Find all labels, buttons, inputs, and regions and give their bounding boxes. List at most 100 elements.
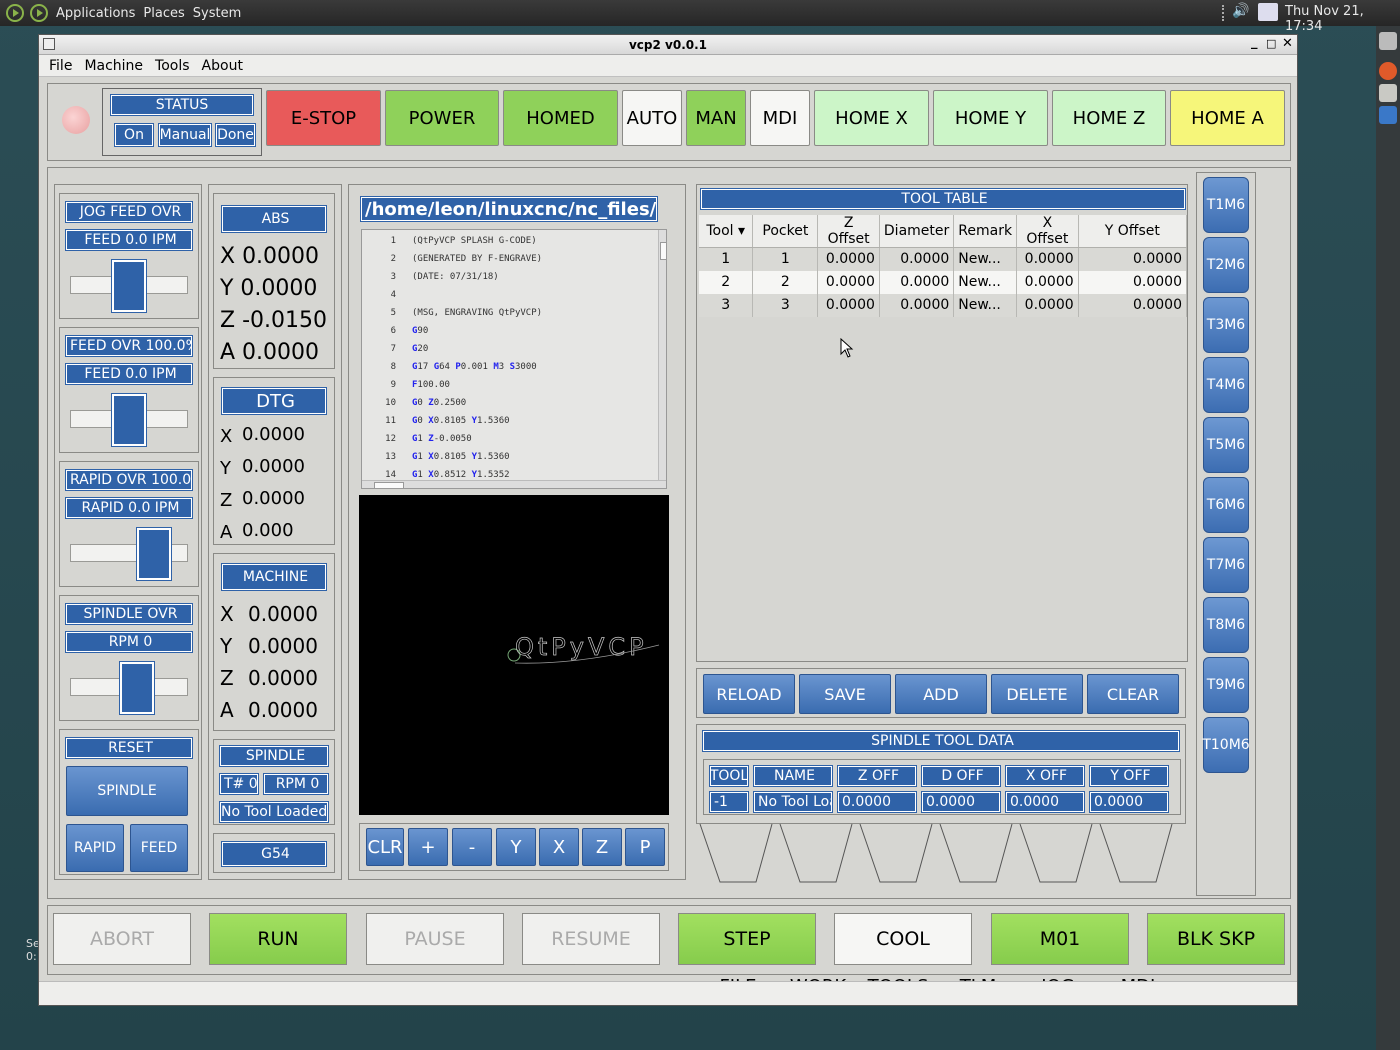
step-button[interactable]: STEP: [678, 913, 816, 965]
tool-table-col-remark[interactable]: Remark: [953, 215, 1018, 248]
feed-button[interactable]: FEED: [130, 824, 188, 872]
gcode-editor[interactable]: 1 (QtPyVCP SPLASH G-CODE) 2 (GENERATED BY F…: [361, 229, 667, 489]
table-cell[interactable]: New...: [953, 293, 1018, 317]
tool-table-col-tool[interactable]: Tool ▾: [699, 215, 754, 248]
app-launcher-icon[interactable]: [6, 4, 24, 22]
table-cell[interactable]: 0.0000: [1016, 270, 1079, 294]
menu-tools[interactable]: Tools: [155, 58, 190, 74]
home-a-button[interactable]: HOME A: [1170, 90, 1285, 146]
table-cell[interactable]: 0.0000: [879, 270, 955, 294]
coolant-button[interactable]: COOL: [834, 913, 972, 965]
zoom-in-button[interactable]: +: [408, 828, 448, 866]
table-cell[interactable]: 2: [699, 270, 754, 294]
vscroll-handle[interactable]: [660, 242, 666, 260]
table-row[interactable]: 3 3 0.0000 0.0000 New... 0.0000 0.0000: [699, 293, 1188, 317]
tool-table-col-x-offset[interactable]: X Offset: [1016, 215, 1079, 248]
table-cell[interactable]: 1: [699, 247, 754, 271]
block-skip-button[interactable]: BLK SKP: [1147, 913, 1285, 965]
network-icon[interactable]: [1258, 3, 1278, 21]
menu-system[interactable]: System: [193, 6, 241, 21]
t6m6-button[interactable]: T6M6: [1203, 477, 1249, 533]
minimize-icon[interactable]: _: [1251, 35, 1258, 50]
home-y-button[interactable]: HOME Y: [933, 90, 1048, 146]
rapid-button[interactable]: RAPID: [66, 824, 124, 872]
menu-machine[interactable]: Machine: [84, 58, 143, 74]
t1m6-button[interactable]: T1M6: [1203, 177, 1249, 233]
t2m6-button[interactable]: T2M6: [1203, 237, 1249, 293]
menu-file[interactable]: File: [49, 58, 72, 74]
run-button[interactable]: RUN: [209, 913, 347, 965]
manual-mode-button[interactable]: MAN: [686, 90, 746, 146]
table-cell[interactable]: 0.0000: [1016, 247, 1079, 271]
t3m6-button[interactable]: T3M6: [1203, 297, 1249, 353]
gcode-vscrollbar[interactable]: [658, 230, 666, 480]
firefox-icon[interactable]: [1379, 62, 1397, 80]
dock-app-icon[interactable]: [1379, 32, 1397, 50]
t4m6-button[interactable]: T4M6: [1203, 357, 1249, 413]
t9m6-button[interactable]: T9M6: [1203, 657, 1249, 713]
table-cell[interactable]: 0.0000: [1078, 247, 1188, 271]
table-cell[interactable]: 0.0000: [817, 293, 880, 317]
table-cell[interactable]: 1: [752, 247, 819, 271]
tool-table-col-y-offset[interactable]: Y Offset: [1078, 215, 1188, 248]
table-row[interactable]: 1 1 0.0000 0.0000 New... 0.0000 0.0000: [699, 247, 1188, 271]
gcode-preview[interactable]: QtPyVCP: [359, 495, 669, 815]
table-cell[interactable]: 3: [752, 293, 819, 317]
maximize-icon[interactable]: □: [1266, 37, 1276, 50]
folder-icon[interactable]: [1379, 84, 1397, 102]
table-cell[interactable]: 0.0000: [1078, 293, 1188, 317]
home-x-button[interactable]: HOME X: [814, 90, 929, 146]
tool-table-col-z-offset[interactable]: Z Offset: [817, 215, 880, 248]
table-cell[interactable]: 2: [752, 270, 819, 294]
tool-table-col-pocket[interactable]: Pocket: [752, 215, 819, 248]
estop-button[interactable]: E-STOP: [266, 90, 381, 146]
feed-ovr-slider-handle[interactable]: [111, 393, 147, 447]
rapid-ovr-slider-handle[interactable]: [136, 527, 173, 581]
table-cell[interactable]: New...: [953, 270, 1018, 294]
auto-mode-button[interactable]: AUTO: [622, 90, 682, 146]
app-launcher-icon[interactable]: [30, 4, 48, 22]
reload-button[interactable]: RELOAD: [703, 674, 795, 714]
close-icon[interactable]: ✕: [1282, 36, 1293, 51]
m01-button[interactable]: M01: [991, 913, 1129, 965]
zoom-out-button[interactable]: -: [452, 828, 492, 866]
menu-about[interactable]: About: [202, 58, 243, 74]
table-cell[interactable]: 0.0000: [879, 247, 955, 271]
table-cell[interactable]: 0.0000: [1078, 270, 1188, 294]
view-p-button[interactable]: P: [625, 828, 665, 866]
add-button[interactable]: ADD: [895, 674, 987, 714]
view-y-button[interactable]: Y: [496, 828, 536, 866]
table-cell[interactable]: 0.0000: [817, 270, 880, 294]
reset-button[interactable]: RESET: [65, 737, 193, 759]
table-cell[interactable]: 0.0000: [1016, 293, 1079, 317]
table-cell[interactable]: 0.0000: [879, 293, 955, 317]
t10m6-button[interactable]: T10M6: [1202, 717, 1250, 773]
window-menu-icon[interactable]: [43, 38, 55, 50]
clear-button[interactable]: CLEAR: [1087, 674, 1179, 714]
clear-view-button[interactable]: CLR: [366, 828, 404, 866]
power-button[interactable]: POWER: [385, 90, 499, 146]
home-z-button[interactable]: HOME Z: [1052, 90, 1166, 146]
table-row[interactable]: 2 2 0.0000 0.0000 New... 0.0000 0.0000: [699, 270, 1188, 294]
delete-button[interactable]: DELETE: [991, 674, 1083, 714]
table-cell[interactable]: New...: [953, 247, 1018, 271]
menu-places[interactable]: Places: [143, 6, 184, 21]
pause-button[interactable]: PAUSE: [366, 913, 504, 965]
table-cell[interactable]: 3: [699, 293, 754, 317]
t5m6-button[interactable]: T5M6: [1203, 417, 1249, 473]
t7m6-button[interactable]: T7M6: [1203, 537, 1249, 593]
resume-button[interactable]: RESUME: [522, 913, 660, 965]
tool-table[interactable]: Tool ▾ Pocket Z Offset Diameter Remark X Offs…: [699, 215, 1188, 317]
abort-button[interactable]: ABORT: [53, 913, 191, 965]
jog-feed-slider-handle[interactable]: [111, 259, 147, 313]
view-x-button[interactable]: X: [539, 828, 579, 866]
tool-table-col-diameter[interactable]: Diameter: [879, 215, 955, 248]
homed-button[interactable]: HOMED: [503, 90, 618, 146]
spindle-ovr-slider-handle[interactable]: [119, 661, 156, 715]
window-icon[interactable]: [1379, 106, 1397, 124]
spindle-button[interactable]: SPINDLE: [66, 766, 188, 816]
save-button[interactable]: SAVE: [799, 674, 891, 714]
table-cell[interactable]: 0.0000: [817, 247, 880, 271]
mdi-mode-button[interactable]: MDI: [750, 90, 810, 146]
t8m6-button[interactable]: T8M6: [1203, 597, 1249, 653]
